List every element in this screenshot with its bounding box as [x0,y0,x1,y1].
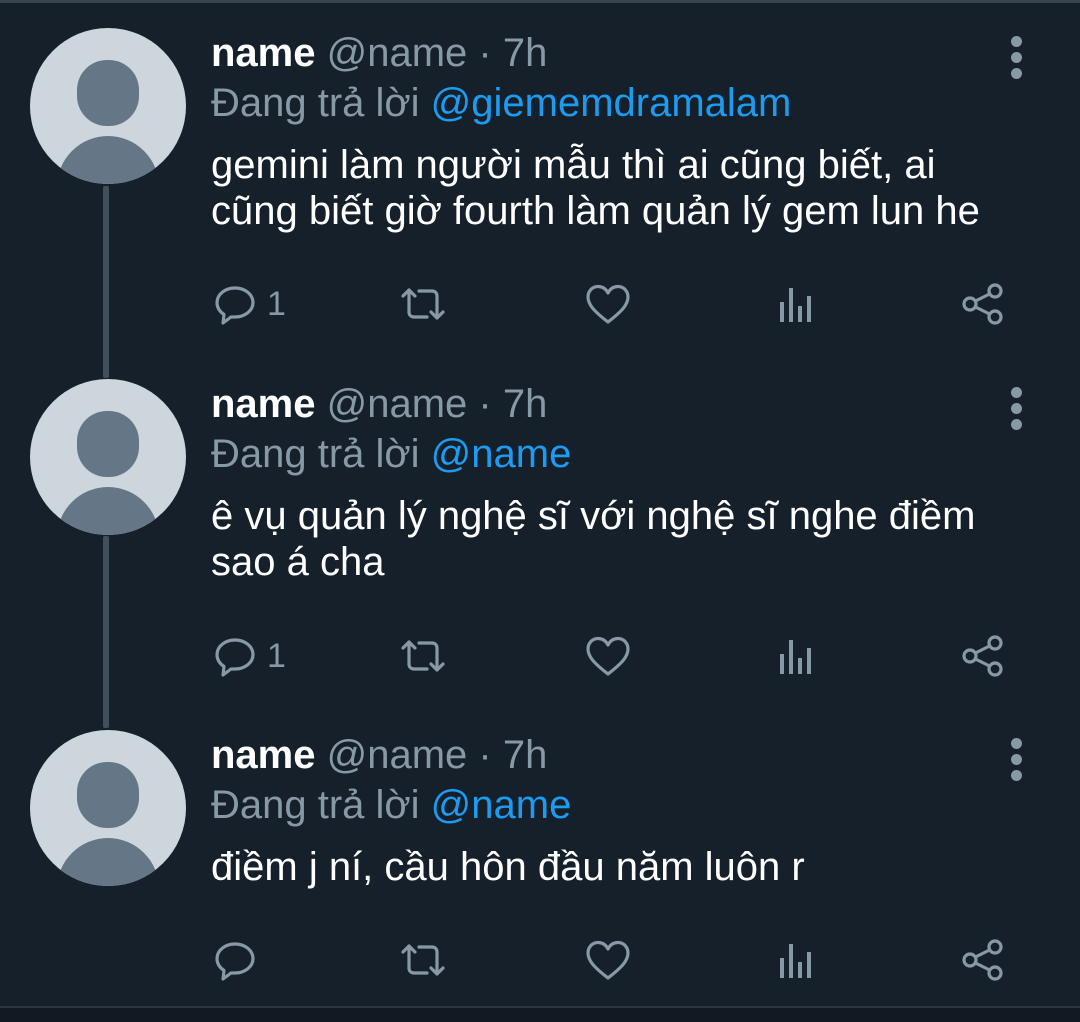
more-vertical-icon [1004,36,1028,79]
tweet-header: name @name · 7h [211,28,1021,78]
reply-icon [215,286,255,325]
separator-dot: · [478,733,492,777]
reply-mention-link[interactable]: @name [431,783,572,827]
like-button[interactable] [583,279,633,329]
separator-dot: · [478,382,492,426]
share-button[interactable] [959,279,1007,329]
reply-context: Đang trả lời @giememdramalam [211,78,1021,128]
tweet-content: name @name · 7h Đang trả lời @name điềm … [211,730,1021,890]
more-vertical-icon [1004,387,1028,430]
timestamp[interactable]: 7h [503,382,548,426]
retweet-icon [401,944,445,976]
reply-prefix: Đang trả lời [211,81,420,125]
avatar-head-shape [77,60,139,126]
display-name[interactable]: name [211,733,316,777]
avatar-head-shape [77,411,139,477]
more-options-button[interactable] [1004,36,1028,96]
tweet-header: name @name · 7h [211,379,1021,429]
reply-prefix: Đang trả lời [211,783,420,827]
top-divider [0,0,1080,3]
separator-dot: · [478,31,492,75]
retweet-button[interactable] [397,279,449,329]
user-handle[interactable]: @name [327,31,468,75]
reply-context: Đang trả lời @name [211,429,1021,479]
tweet-text: gemini làm người mẫu thì ai cũng biết, a… [211,143,980,233]
retweet-button[interactable] [397,631,449,681]
analytics-button[interactable] [776,935,816,985]
reply-icon [215,942,255,981]
heart-icon [586,940,630,980]
display-name[interactable]: name [211,382,316,426]
thread-line [103,186,109,378]
tweet-text: ê vụ quản lý nghệ sĩ với nghệ sĩ nghe đi… [211,494,976,584]
reply-mention-link[interactable]: @giememdramalam [431,81,792,125]
more-vertical-icon [1004,738,1028,781]
thread-line [103,536,109,728]
avatar[interactable] [30,28,186,184]
tweet-actions: 1 [211,279,1041,329]
retweet-icon [401,640,445,672]
tweet-header: name @name · 7h [211,730,1021,780]
bottom-edge [0,1008,1080,1022]
more-options-button[interactable] [1004,738,1028,798]
tweet-content: name @name · 7h Đang trả lời @name ê vụ … [211,379,1021,585]
heart-icon [586,636,630,676]
avatar[interactable] [30,730,186,886]
heart-icon [586,284,630,324]
avatar[interactable] [30,379,186,535]
display-name[interactable]: name [211,31,316,75]
timestamp[interactable]: 7h [503,733,548,777]
retweet-icon [401,288,445,320]
reply-count: 1 [267,284,286,323]
like-button[interactable] [583,935,633,985]
retweet-button[interactable] [397,935,449,985]
avatar-body-shape [57,838,159,886]
share-button[interactable] [959,631,1007,681]
avatar-body-shape [57,487,159,535]
user-handle[interactable]: @name [327,382,468,426]
avatar-body-shape [57,136,159,184]
tweet-actions [211,935,1041,985]
analytics-icon [780,640,811,674]
reply-button[interactable]: 1 [211,279,286,329]
reply-count: 1 [267,636,286,675]
share-button[interactable] [959,935,1007,985]
reply-button[interactable] [211,935,267,985]
share-icon [962,635,1003,677]
analytics-button[interactable] [776,631,816,681]
like-button[interactable] [583,631,633,681]
avatar-head-shape [77,762,139,828]
reply-button[interactable]: 1 [211,631,286,681]
tweet-actions: 1 [211,631,1041,681]
timestamp[interactable]: 7h [503,31,548,75]
tweet-content: name @name · 7h Đang trả lời @giememdram… [211,28,1021,234]
analytics-icon [780,944,811,978]
reply-icon [215,638,255,677]
share-icon [962,283,1003,325]
user-handle[interactable]: @name [327,733,468,777]
more-options-button[interactable] [1004,387,1028,447]
reply-context: Đang trả lời @name [211,780,1021,830]
analytics-button[interactable] [776,279,816,329]
analytics-icon [780,288,811,322]
share-icon [962,939,1003,981]
reply-mention-link[interactable]: @name [431,432,572,476]
tweet-text: điềm j ní, cầu hôn đầu năm luôn r [211,845,805,889]
reply-prefix: Đang trả lời [211,432,420,476]
